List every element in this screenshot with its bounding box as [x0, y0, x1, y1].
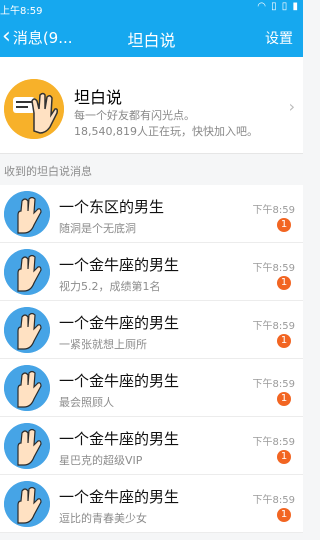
item-time: 下午8:59	[252, 263, 295, 274]
item-time: 下午8:59	[252, 205, 295, 216]
item-name: 一个金牛座的男生	[59, 314, 180, 332]
hand-avatar-icon	[4, 365, 50, 411]
list-item[interactable]: 一个金牛座的男生 最会照顾人 下午8:59 1	[0, 359, 303, 417]
item-name: 一个东区的男生	[59, 198, 165, 216]
item-time: 下午8:59	[252, 437, 295, 448]
list-item[interactable]: 一个金牛座的男生 一紧张就想上厕所 下午8:59 1	[0, 301, 303, 359]
banner-hand-avatar-icon	[4, 79, 64, 139]
status-time: 上午8:59	[0, 6, 43, 17]
item-message: 一紧张就想上厕所	[59, 338, 147, 351]
item-name: 一个金牛座的男生	[59, 488, 180, 506]
unread-badge: 1	[277, 276, 291, 290]
nav-bar: ‹ 消息(9... 坦白说 设置	[0, 18, 303, 57]
unread-badge: 1	[277, 508, 291, 522]
message-list: 一个东区的男生 随洞是个无底洞 下午8:59 1 一个金牛座的男生 视力5.2，…	[0, 185, 303, 533]
banner-player-count: 18,540,819人正在玩，快快加入吧。	[74, 125, 258, 138]
section-header: 收到的坦白说消息	[4, 165, 92, 178]
hand-avatar-icon	[4, 423, 50, 469]
item-message: 随洞是个无底洞	[59, 222, 136, 235]
unread-badge: 1	[277, 218, 291, 232]
unread-badge: 1	[277, 334, 291, 348]
item-name: 一个金牛座的男生	[59, 256, 180, 274]
banner-subtitle: 每一个好友都有闪光点。	[74, 109, 195, 122]
status-icons: ◠ ▯ ▯ ▮	[257, 1, 299, 12]
banner-title: 坦白说	[74, 88, 123, 107]
list-item[interactable]: 一个金牛座的男生 视力5.2，成绩第1名 下午8:59 1	[0, 243, 303, 301]
hand-avatar-icon	[4, 481, 50, 527]
item-message: 视力5.2，成绩第1名	[59, 280, 161, 293]
list-item[interactable]: 一个金牛座的男生 星巴克的超级VIP 下午8:59 1	[0, 417, 303, 475]
page-title: 坦白说	[127, 31, 176, 50]
unread-badge: 1	[277, 392, 291, 406]
list-item[interactable]: 一个金牛座的男生 逗比的青春美少女 下午8:59 1	[0, 475, 303, 533]
item-name: 一个金牛座的男生	[59, 430, 180, 448]
unread-badge: 1	[277, 450, 291, 464]
item-time: 下午8:59	[252, 379, 295, 390]
hand-avatar-icon	[4, 249, 50, 295]
item-message: 最会照顾人	[59, 396, 114, 409]
item-message: 星巴克的超级VIP	[59, 454, 143, 467]
settings-button[interactable]: 设置	[265, 28, 293, 48]
item-name: 一个金牛座的男生	[59, 372, 180, 390]
list-item[interactable]: 一个东区的男生 随洞是个无底洞 下午8:59 1	[0, 185, 303, 243]
item-time: 下午8:59	[252, 495, 295, 506]
item-time: 下午8:59	[252, 321, 295, 332]
status-bar: 上午8:59 ◠ ▯ ▯ ▮	[0, 0, 303, 18]
item-message: 逗比的青春美少女	[59, 512, 147, 525]
chevron-right-icon: ›	[288, 97, 295, 116]
hand-avatar-icon	[4, 191, 50, 237]
hand-avatar-icon	[4, 307, 50, 353]
intro-banner[interactable]: 坦白说 每一个好友都有闪光点。 18,540,819人正在玩，快快加入吧。 ›	[0, 57, 303, 154]
